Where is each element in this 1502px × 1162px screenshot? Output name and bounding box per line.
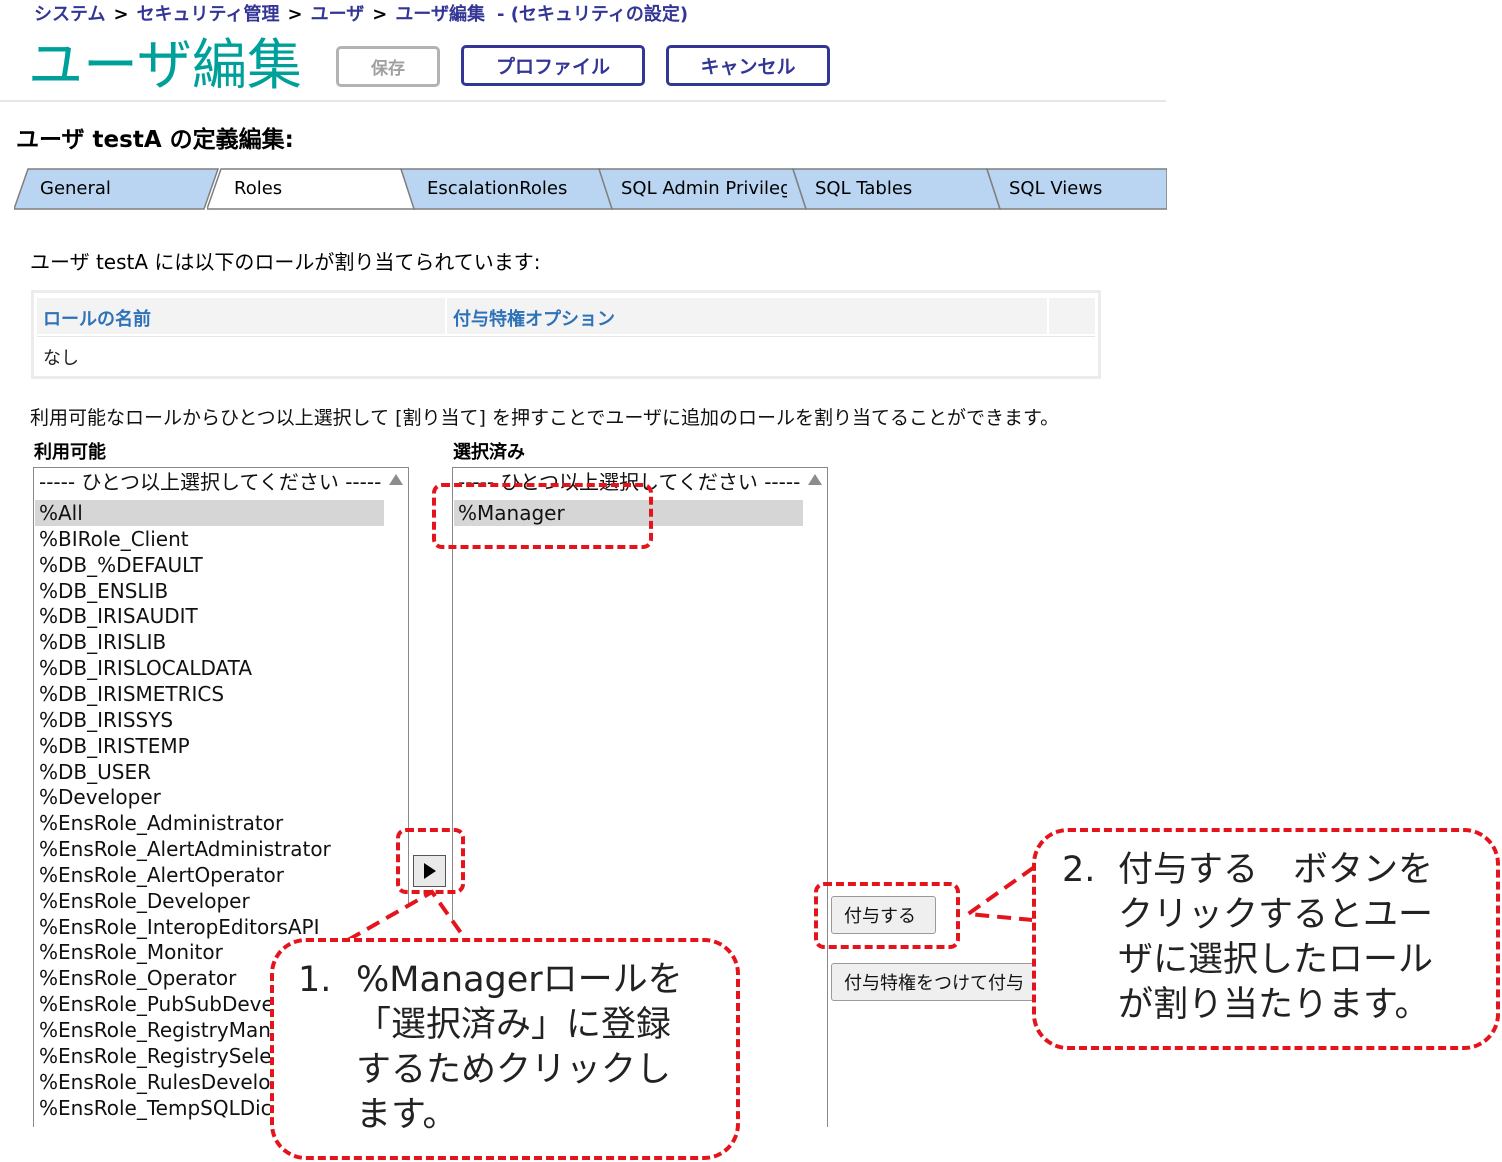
callout-1-line-1: %Managerロールを [356,960,683,1000]
callout-2-line-1: 付与する ボタンを [1118,850,1434,890]
callout-2: 2. 付与する ボタンを クリックするとユー ザに選択したロール が割り当たりま… [1032,828,1500,1050]
callout-1-line-4: ます。 [356,1095,458,1135]
callout-2-line-2: クリックするとユー [1118,895,1434,935]
callout-2-number: 2. [1062,850,1096,890]
callout-1-number: 1. [298,960,332,1000]
callout-1-line-2: 「選択済み」に登録 [356,1005,672,1045]
callout-1-line-3: するためクリックし [356,1050,672,1090]
callout-1: 1. %Managerロールを 「選択済み」に登録 するためクリックし ます。 [270,938,740,1160]
callout-2-line-4: が割り当たります。 [1118,985,1430,1025]
callout-2-line-3: ザに選択したロール [1118,940,1434,980]
